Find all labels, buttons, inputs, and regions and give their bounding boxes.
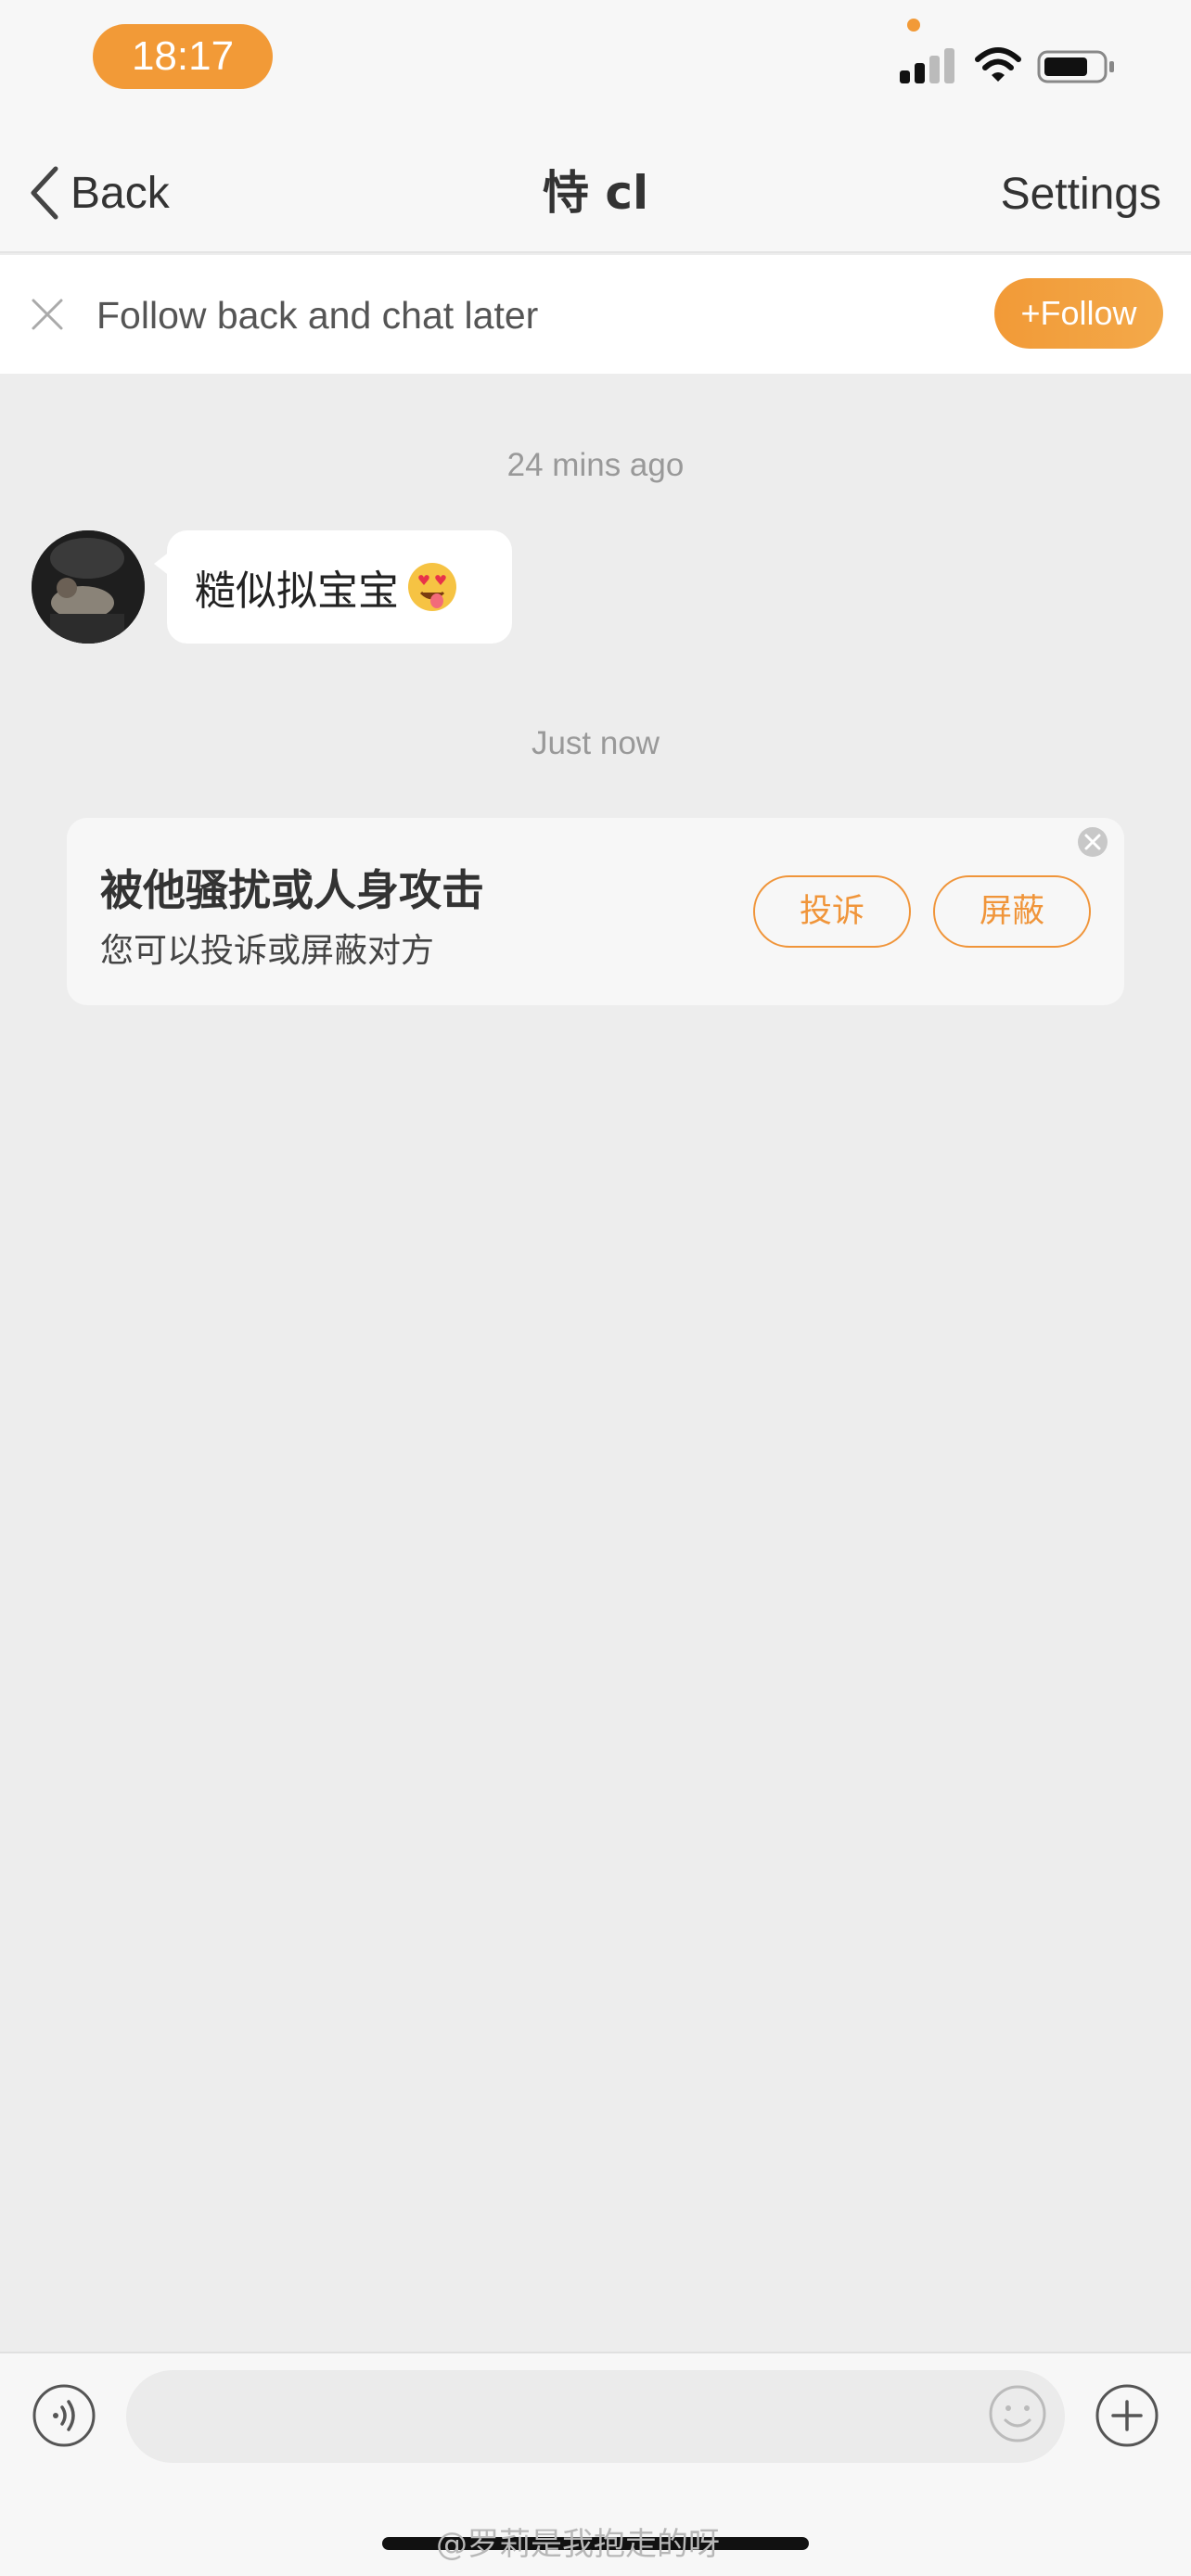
- report-button[interactable]: 投诉: [753, 875, 911, 948]
- back-button[interactable]: Back: [28, 158, 170, 228]
- block-button[interactable]: 屏蔽: [933, 875, 1091, 948]
- follow-banner-text: Follow back and chat later: [96, 294, 539, 337]
- settings-button[interactable]: Settings: [1001, 159, 1161, 230]
- avatar-photo: [32, 530, 145, 644]
- avatar[interactable]: [32, 530, 145, 644]
- message-text: 糙似拟宝宝: [195, 567, 399, 615]
- notice-subtitle: 您可以投诉或屏蔽对方: [100, 932, 435, 970]
- status-time: 18:17: [93, 24, 273, 89]
- chevron-left-icon: [31, 166, 58, 220]
- chat-title: 恃 cl: [542, 166, 649, 220]
- emoji-icon[interactable]: [987, 2383, 1048, 2444]
- message-timestamp: 24 mins ago: [506, 447, 685, 483]
- plus-icon[interactable]: [1095, 2383, 1159, 2448]
- close-icon[interactable]: [30, 297, 65, 332]
- close-circle-icon[interactable]: [1076, 825, 1109, 859]
- message-input[interactable]: [126, 2370, 1065, 2463]
- privacy-indicator-dot: [907, 19, 920, 32]
- notice-title: 被他骚扰或人身攻击: [100, 865, 484, 915]
- wifi-icon: [975, 47, 1021, 82]
- notice-timestamp: Just now: [531, 725, 660, 761]
- battery-icon: [1037, 50, 1114, 83]
- voice-input-icon[interactable]: [32, 2383, 96, 2448]
- message-bubble[interactable]: 糙似拟宝宝: [167, 530, 512, 644]
- heart-eyes-tongue-emoji-icon: [408, 563, 456, 611]
- watermark: @罗莉是我抱走的呀: [436, 2526, 720, 2563]
- back-label: Back: [70, 168, 170, 218]
- cellular-signal-icon: [900, 48, 954, 83]
- follow-button[interactable]: +Follow: [994, 278, 1163, 349]
